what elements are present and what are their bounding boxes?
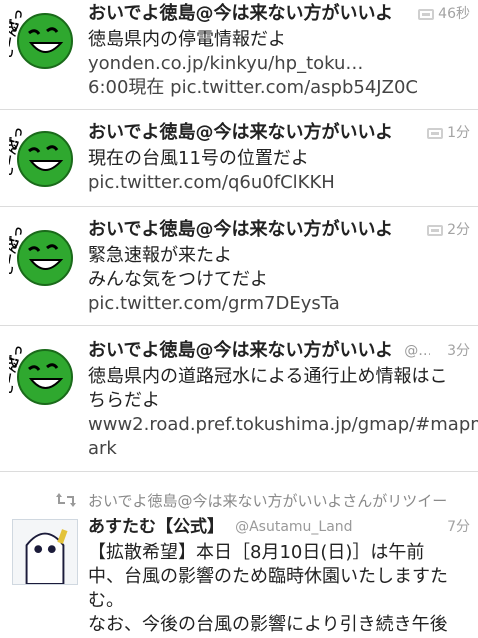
tweet-item[interactable]: どっ どーん! おいでよ徳島@今は来ない方がいいよ @… 3分 徳島県内の道路冠… [0,327,478,472]
tweet-time: 46秒 [414,0,470,28]
tweet-text-line: 中、台風の影響のため臨時休園いたしますた [88,566,448,587]
tweet-link[interactable]: pic.twitter.com/grm7DEysTa [88,292,470,316]
asutamu-avatar[interactable] [12,519,78,585]
tweet-link[interactable]: 6:00現在 pic.twitter.com/aspb54JZ0C [88,76,470,100]
oideyo-tokushima-avatar[interactable]: どっ どーん! [9,3,75,69]
tweet-screen-name[interactable]: @… [404,337,430,365]
tweet-author-name[interactable]: おいでよ徳島@今は来ない方がいいよ [88,216,393,244]
tweet-item[interactable]: どっ どーん! おいでよ徳島@今は来ない方がいいよ 2分 緊急速報が来たよ みん… [0,208,478,326]
tweet-link[interactable]: pic.twitter.com/q6u0fClKKH [88,171,470,195]
tweet-link[interactable]: yonden.co.jp/kinkyu/hp_toku… [88,52,470,76]
media-icon [427,127,444,139]
tweet-link[interactable]: ark [88,437,470,461]
tweet-item[interactable]: どっ どーん! おいでよ徳島@今は来ない方がいいよ 1分 現在の台風11号の位置… [0,111,478,207]
tweet-time: 7分 [443,513,470,541]
tweet-link[interactable]: www2.road.pref.tokushima.jp/gmap/#mapm [88,413,478,437]
tweet-author-name[interactable]: おいでよ徳島@今は来ない方がいいよ [88,337,393,365]
tweet-text-line: 現在の台風11号の位置だよ [88,148,309,169]
tweet-time-text: 3分 [447,343,470,359]
tweet-text-line: ちらだよ [88,390,160,411]
tweet-time: 3分 [443,337,470,365]
tweet-time-text: 2分 [447,222,470,238]
tweet-text-line: みんな気をつけてだよ [88,269,268,290]
tweet-item[interactable]: どっ どーん! おいでよ徳島@今は来ない方がいいよ 46秒 徳島県内の停電情報だ… [0,0,478,110]
tweet-text-line: む。 [88,590,124,611]
tweet-text-line: 【拡散希望】本日［8月10日(日)］は午前 [88,542,425,563]
tweet-time-text: 46秒 [438,6,470,22]
oideyo-tokushima-avatar[interactable]: どっ どーん! [9,339,75,405]
tweet-time: 1分 [423,119,470,147]
tweet-time-text: 7分 [447,519,470,535]
media-icon [427,224,444,236]
timeline[interactable]: どっ どーん! おいでよ徳島@今は来ない方がいいよ 46秒 徳島県内の停電情報だ… [0,0,478,638]
retweet-item[interactable]: おいでよ徳島@今は来ない方がいいよさんがリツイー あすたむ【公式】 @Asuta… [0,473,478,638]
tweet-text-line: 緊急速報が来たよ [88,245,232,266]
oideyo-tokushima-avatar[interactable]: どっ どーん! [9,121,75,187]
tweet-screen-name[interactable]: @Asutamu_Land [235,513,352,541]
tweet-text-line: 徳島県内の道路冠水による通行止め情報はこ [88,366,448,387]
tweet-time: 2分 [423,216,470,244]
tweet-text-line: なお、今後の台風の影響により引き続き午後 [88,614,448,635]
media-icon [418,8,435,20]
oideyo-tokushima-avatar[interactable]: どっ どーん! [9,220,75,286]
retweet-icon [56,493,76,507]
tweet-author-name[interactable]: あすたむ【公式】 [88,513,224,541]
tweet-time-text: 1分 [447,125,470,141]
tweet-text-line: 徳島県内の停電情報だよ [88,29,286,50]
tweet-author-name[interactable]: おいでよ徳島@今は来ない方がいいよ [88,0,393,28]
tweet-author-name[interactable]: おいでよ徳島@今は来ない方がいいよ [88,119,393,147]
